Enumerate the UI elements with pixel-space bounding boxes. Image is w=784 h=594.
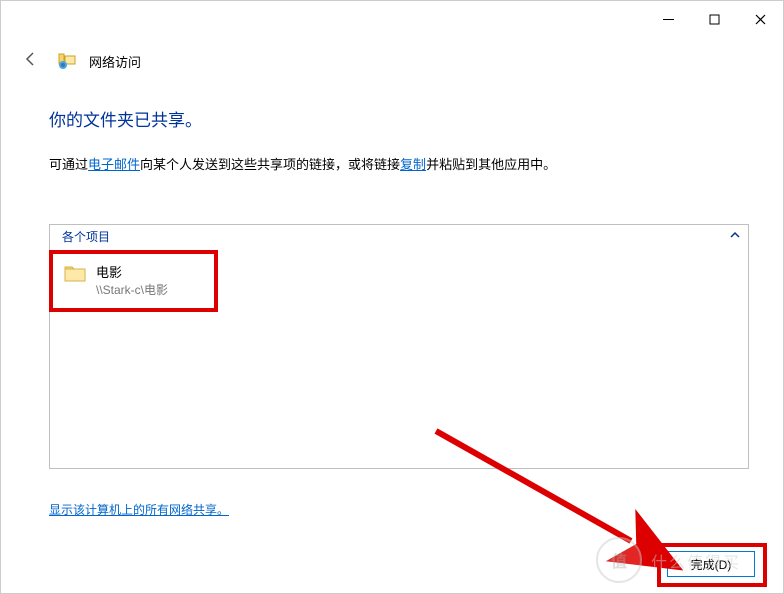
maximize-button[interactable] <box>691 1 737 37</box>
done-button[interactable]: 完成(D) <box>667 551 755 577</box>
close-button[interactable] <box>737 1 783 37</box>
minimize-button[interactable] <box>645 1 691 37</box>
instruction-text: 可通过电子邮件向某个人发送到这些共享项的链接，或将链接复制并粘贴到其他应用中。 <box>49 155 749 176</box>
show-all-shares-link[interactable]: 显示该计算机上的所有网络共享。 <box>49 503 229 517</box>
email-link[interactable]: 电子邮件 <box>88 157 140 172</box>
window-controls <box>645 1 783 37</box>
instruction-mid: 向某个人发送到这些共享项的链接，或将链接 <box>140 157 400 172</box>
panel-header[interactable]: 各个项目 <box>50 225 748 248</box>
show-all-shares-link-wrapper: 显示该计算机上的所有网络共享。 <box>49 501 229 518</box>
panel-header-label: 各个项目 <box>62 228 110 245</box>
window-title: 网络访问 <box>89 52 141 71</box>
share-item[interactable]: 电影 \\Stark-c\电影 <box>50 256 748 304</box>
instruction-pre: 可通过 <box>49 157 88 172</box>
share-name: 电影 <box>96 262 168 281</box>
panel-body: 电影 \\Stark-c\电影 <box>50 248 748 468</box>
copy-link[interactable]: 复制 <box>400 157 426 172</box>
folder-icon <box>64 262 86 285</box>
back-button[interactable] <box>17 47 45 76</box>
share-path: \\Stark-c\电影 <box>96 281 168 298</box>
page-heading: 你的文件夹已共享。 <box>49 106 749 131</box>
instruction-post: 并粘贴到其他应用中。 <box>426 157 556 172</box>
shared-items-panel: 各个项目 电影 \\Stark-c\电影 <box>49 224 749 469</box>
network-access-icon <box>57 50 77 73</box>
collapse-caret-icon <box>730 230 740 243</box>
watermark-icon: 值 <box>596 537 642 583</box>
